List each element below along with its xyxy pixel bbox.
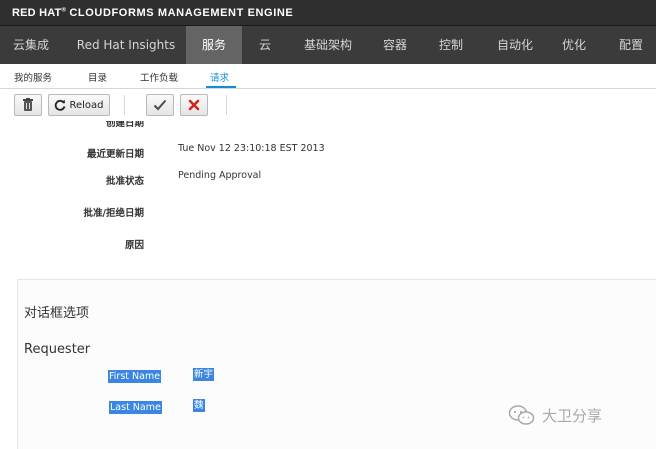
approve-button[interactable] [146, 94, 174, 116]
nav-label: 容器 [382, 38, 407, 52]
reload-label: Reload [69, 99, 104, 111]
nav-item-clouds[interactable]: 云 [246, 26, 284, 64]
brand-product-name: CLOUDFORMS MANAGEMENT ENGINE [69, 7, 294, 19]
field-label-created-partial: 创建日期 [105, 121, 144, 129]
nav-label: 服务 [201, 38, 226, 52]
field-value-first-name: 新宇 [193, 368, 215, 381]
subnav-item-workloads[interactable]: 工作负载 [140, 70, 178, 84]
nav-label: 云 [258, 38, 271, 52]
field-label-first-name: First Name [108, 370, 162, 383]
toolbar-divider [124, 95, 125, 115]
nav-item-services[interactable]: 服务 [186, 26, 242, 64]
subnav-item-my-services[interactable]: 我的服务 [14, 70, 52, 84]
nav-item-automate[interactable]: 自动化 [486, 26, 544, 64]
brand-red-hat: RED HAT [12, 7, 62, 19]
subnav-active-indicator [206, 86, 236, 88]
toolbar-divider [226, 95, 227, 115]
field-label-approval-state: 批准状态 [105, 176, 144, 187]
brand-logo[interactable]: RED HAT® CLOUDFORMS MANAGEMENT ENGINE [12, 7, 293, 19]
nav-item-optimize[interactable]: 优化 [552, 26, 596, 64]
requester-heading: Requester [24, 342, 91, 357]
subnav-item-catalogs[interactable]: 目录 [88, 70, 107, 84]
nav-label: Red Hat Insights [76, 38, 176, 52]
subnav-item-requests[interactable]: 请求 [210, 70, 229, 84]
nav-label: 云集成 [12, 38, 49, 52]
field-label-last-updated: 最近更新日期 [86, 149, 144, 160]
field-label-approved-denied-on: 批准/拒绝日期 [83, 208, 144, 219]
request-details: 创建日期 最近更新日期 Tue Nov 12 23:10:18 EST 2013… [0, 121, 656, 449]
checkmark-icon [153, 99, 167, 111]
nav-item-containers[interactable]: 容器 [372, 26, 418, 64]
nav-label: 控制 [438, 38, 463, 52]
field-value-last-name: 魏 [193, 399, 205, 412]
field-label-last-name: Last Name [109, 401, 162, 414]
nav-item-infrastructure[interactable]: 基础架构 [296, 26, 360, 64]
deny-x-icon [188, 99, 200, 111]
nav-item-insights[interactable]: Red Hat Insights [70, 26, 182, 64]
nav-item-cloud-intel[interactable]: 云集成 [0, 26, 62, 64]
nav-label: 优化 [561, 38, 586, 52]
brand-bar: RED HAT® CLOUDFORMS MANAGEMENT ENGINE [0, 0, 656, 26]
field-value-approval-state: Pending Approval [178, 170, 262, 181]
field-value-last-updated: Tue Nov 12 23:10:18 EST 2013 [178, 143, 325, 154]
nav-label: 自动化 [496, 38, 533, 52]
watermark-text: 大卫分享 [542, 406, 603, 425]
delete-button[interactable] [14, 94, 42, 116]
nav-item-control[interactable]: 控制 [428, 26, 474, 64]
toolbar: Reload [0, 89, 656, 121]
reload-button[interactable]: Reload [48, 94, 110, 116]
trash-icon [23, 98, 33, 111]
brand-registered-mark: ® [61, 7, 67, 14]
nav-label: 基础架构 [303, 38, 352, 52]
watermark: 大卫分享 [508, 404, 602, 426]
dialog-options-title: 对话框选项 [24, 306, 90, 321]
sub-nav: 我的服务 目录 工作负载 请求 [0, 64, 656, 89]
nav-label: 配置 [618, 38, 643, 52]
nav-item-configuration[interactable]: 配置 [608, 26, 654, 64]
wechat-icon [508, 405, 535, 425]
deny-button[interactable] [180, 94, 208, 116]
field-label-reason: 原因 [124, 240, 144, 251]
refresh-icon [55, 99, 66, 111]
main-nav: 云集成 Red Hat Insights 服务 云 基础架构 容器 控制 自动化… [0, 26, 656, 64]
